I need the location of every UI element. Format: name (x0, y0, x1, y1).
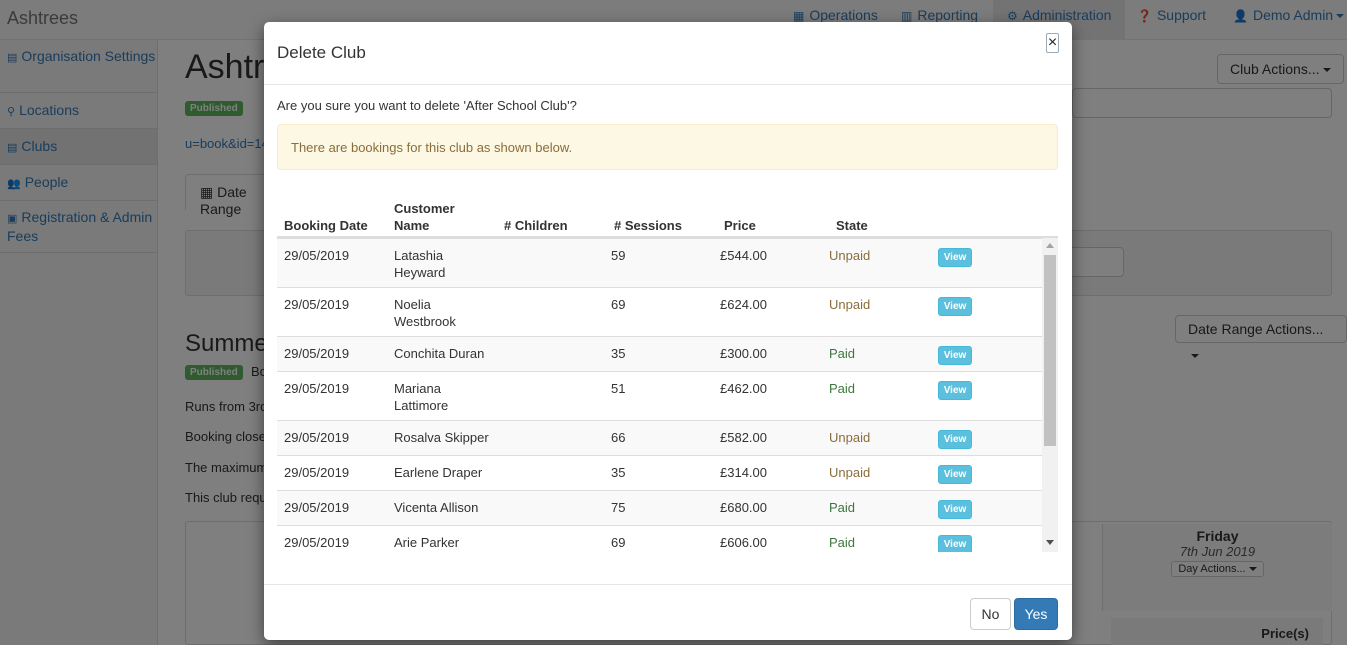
col-state[interactable]: State (836, 217, 868, 234)
no-button[interactable]: No (970, 598, 1011, 630)
table-row: 29/05/2019 Vicenta Allison 75 £680.00 Pa… (277, 490, 1042, 525)
table-row: 29/05/2019 Earlene Draper 35 £314.00 Unp… (277, 455, 1042, 490)
delete-confirmation-text: Are you sure you want to delete 'After S… (277, 98, 577, 113)
col-price[interactable]: Price (724, 217, 756, 234)
modal-header: Delete Club × (264, 22, 1072, 85)
view-button[interactable]: View (938, 346, 972, 365)
table-row: 29/05/2019 Arie Parker 69 £606.00 Paid V… (277, 525, 1042, 552)
table-row: 29/05/2019 Latashia Heyward 59 £544.00 U… (277, 238, 1042, 287)
view-button[interactable]: View (938, 465, 972, 484)
scroll-thumb[interactable] (1044, 255, 1056, 446)
col-customer-name[interactable]: Customer Name (394, 200, 464, 234)
modal-title: Delete Club (277, 43, 366, 62)
view-button[interactable]: View (938, 381, 972, 400)
view-button[interactable]: View (938, 535, 972, 552)
bookings-table-header: Booking Date Customer Name # Children # … (277, 192, 1058, 238)
table-row: 29/05/2019 Noelia Westbrook 69 £624.00 U… (277, 287, 1042, 336)
view-button[interactable]: View (938, 248, 972, 267)
table-row: 29/05/2019 Rosalva Skipper 66 £582.00 Un… (277, 420, 1042, 455)
yes-button[interactable]: Yes (1014, 598, 1058, 630)
table-row: 29/05/2019 Mariana Lattimore 51 £462.00 … (277, 371, 1042, 420)
view-button[interactable]: View (938, 430, 972, 449)
bookings-table-body: 29/05/2019 Latashia Heyward 59 £544.00 U… (277, 238, 1058, 552)
close-button[interactable]: × (1046, 33, 1059, 53)
view-button[interactable]: View (938, 500, 972, 519)
table-scrollbar[interactable] (1042, 238, 1058, 552)
table-row: 29/05/2019 Conchita Duran 35 £300.00 Pai… (277, 336, 1042, 371)
col-booking-date[interactable]: Booking Date (284, 217, 368, 234)
view-button[interactable]: View (938, 297, 972, 316)
warning-alert: There are bookings for this club as show… (277, 124, 1058, 170)
col-children[interactable]: # Children (504, 217, 568, 234)
scroll-up-icon[interactable] (1046, 243, 1054, 248)
scroll-down-icon[interactable] (1046, 540, 1054, 545)
delete-club-modal: Delete Club × Are you sure you want to d… (264, 22, 1072, 640)
col-sessions[interactable]: # Sessions (614, 217, 682, 234)
modal-footer: No Yes (264, 584, 1072, 640)
